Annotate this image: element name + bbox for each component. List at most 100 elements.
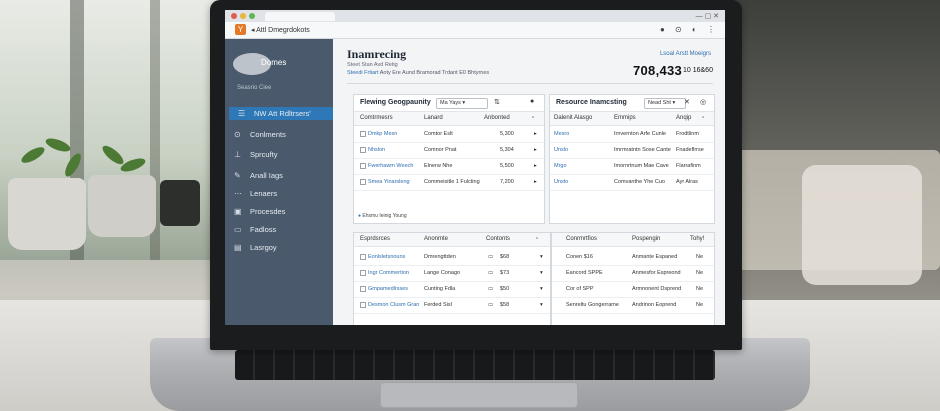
row-name[interactable]: Eonlsletsnouns — [368, 254, 405, 260]
browser-action-icons[interactable]: ● ⊙ ◐ ⋮ — [660, 25, 719, 34]
row-cell: Armnonent Dsprend — [632, 286, 682, 292]
row-name[interactable]: Desmon Clusm Gran — [368, 302, 419, 308]
row-cell: Lange Conago — [424, 270, 461, 276]
card-icon: ▭ — [488, 302, 494, 308]
plant-pot — [8, 178, 86, 250]
row-expand-icon[interactable]: ▸ — [534, 131, 537, 137]
row-name[interactable]: Mrgo — [554, 163, 567, 169]
row-name[interactable]: Gmpamedlrsses — [368, 286, 408, 292]
row-expand-icon[interactable]: ▸ — [534, 147, 537, 153]
row-name[interactable]: Senreltu Gongerrame — [566, 302, 619, 308]
column-header[interactable]: Pospengin — [632, 236, 660, 242]
row-name[interactable]: Eancord SPPE — [566, 270, 603, 276]
column-header[interactable]: Dalenit Alasgo — [554, 115, 592, 121]
table-row[interactable]: Unsto Comvanthe Yhe Cuo Ayr Alras — [550, 174, 714, 191]
users-icon: ☰ — [238, 109, 246, 118]
column-menu-icon[interactable]: ▫ — [702, 115, 704, 121]
sidebar-item-label: NW Att Rdltrsers' — [254, 109, 311, 118]
address-bar[interactable]: Y ◂ Attl Dmegrdokots ● ⊙ ◐ ⋮ — [225, 22, 725, 39]
row-dropdown-icon[interactable]: ▾ — [540, 254, 543, 260]
row-dropdown-icon[interactable]: ▾ — [540, 286, 543, 292]
expenses-panel: Esprdsrces Anonmte Contonts ▫ Eonlsletsn… — [353, 232, 551, 325]
row-cell: Comvanthe Yhe Cuo — [614, 179, 665, 185]
row-checkbox[interactable] — [360, 131, 366, 137]
table-row[interactable]: Desmon Clusm Gran Ferded Sisl ▭ $58 ▾ — [354, 297, 550, 314]
filter-select[interactable]: Nead Sht ▾ — [644, 98, 686, 109]
table-row[interactable]: Unslo Imrmratntn Sose Cante Fnadeflrrse — [550, 142, 714, 159]
row-checkbox[interactable] — [360, 179, 366, 185]
maximize-dot-icon[interactable] — [249, 13, 255, 19]
row-checkbox[interactable] — [360, 147, 366, 153]
column-header[interactable]: Contonts — [486, 236, 510, 242]
row-name[interactable]: Mesro — [554, 131, 569, 137]
address-text[interactable]: ◂ Attl Dmegrdokots — [251, 26, 310, 34]
column-header[interactable]: Emmips — [614, 115, 636, 121]
refresh-icon[interactable]: ◎ — [700, 98, 706, 106]
table-row[interactable]: Dmkp Mesn Comtor Eslt 5,300 ▸ — [354, 126, 544, 143]
column-header[interactable]: Anqip — [676, 115, 691, 121]
minimize-dot-icon[interactable] — [240, 13, 246, 19]
column-header[interactable]: Anonmte — [424, 236, 448, 242]
column-header[interactable]: Lanard — [424, 115, 443, 121]
column-header[interactable]: Anbonted — [484, 115, 510, 121]
sidebar-item-comments[interactable]: ⊙ Conlments — [225, 128, 333, 141]
column-header[interactable]: Comtrmesrs — [360, 115, 393, 121]
table-row[interactable]: Eancord SPPE Anmesfor Espreond Ne — [552, 265, 714, 282]
column-menu-icon[interactable]: ▫ — [532, 115, 534, 121]
table-row[interactable]: Ingr Commertion Lange Conago ▭ $73 ▾ — [354, 265, 550, 282]
table-row[interactable]: Cor of SPP Armnonent Dsprend Ne — [552, 281, 714, 298]
row-name[interactable]: Nhslon — [368, 147, 385, 153]
sidebar-item-library[interactable]: ▤ Lasrgoy — [225, 241, 333, 254]
app-logo-icon[interactable]: Y — [235, 24, 246, 35]
window-controls-icon[interactable]: — ▢ ✕ — [696, 12, 719, 20]
row-checkbox[interactable] — [360, 163, 366, 169]
column-header[interactable]: Conrmrtfios — [566, 236, 597, 242]
table-row[interactable]: Eonlsletsnouns Dmrengttden ▭ $68 ▾ — [354, 249, 550, 266]
range-select[interactable]: Ma Yays ▾ — [436, 98, 488, 109]
table-row[interactable]: Smea Yinarsleng Commeisitle 1 Fulcting 7… — [354, 174, 544, 191]
table-row[interactable]: Senreltu Gongerrame Andrinon Eoprend Ne — [552, 297, 714, 314]
column-header[interactable]: Tohy! — [690, 236, 704, 242]
close-icon[interactable]: ✕ — [684, 98, 690, 106]
table-row[interactable]: Mesro Irnvernton Arfe Cunle Frodtlinm — [550, 126, 714, 143]
sidebar-item-processes[interactable]: ▣ Procesdes — [225, 205, 333, 218]
row-name[interactable]: Cor of SPP — [566, 286, 594, 292]
row-cell: Ferded Sisl — [424, 302, 452, 308]
table-row[interactable]: Mrgo Imornrtnum Mae Cave Flarrafinm — [550, 158, 714, 175]
row-checkbox[interactable] — [360, 270, 366, 276]
row-checkbox[interactable] — [360, 254, 366, 260]
row-name[interactable]: Unsto — [554, 179, 568, 185]
table-row[interactable]: Nhslon Comnor Pnat 5,304 ▸ — [354, 142, 544, 159]
column-menu-icon[interactable]: ▫ — [536, 236, 538, 242]
row-checkbox[interactable] — [360, 286, 366, 292]
row-cell: Anmante Espaned — [632, 254, 678, 260]
browser-tab[interactable] — [265, 12, 335, 21]
row-name[interactable]: Fwerhawm Weech — [368, 163, 413, 169]
row-expand-icon[interactable]: ▸ — [534, 163, 537, 169]
breadcrumb-link[interactable]: Steedi Frtiart — [347, 70, 378, 76]
header-links[interactable]: Lsoal Arstt Moeigrs — [660, 51, 711, 57]
row-cell: Dmrengttden — [424, 254, 456, 260]
row-dropdown-icon[interactable]: ▾ — [540, 270, 543, 276]
sort-icon[interactable]: ⇅ — [494, 98, 500, 106]
row-name[interactable]: Ingr Commertion — [368, 270, 409, 276]
settings-icon[interactable]: ● — [530, 98, 534, 105]
row-name[interactable]: Unslo — [554, 147, 568, 153]
table-row[interactable]: Conen $16 Anmante Espaned Ne — [552, 249, 714, 266]
table-row[interactable]: Fwerhawm Weech Elnerw Nhe 5,500 ▸ — [354, 158, 544, 175]
row-cell: Comtor Eslt — [424, 131, 453, 137]
sidebar-item-lenses[interactable]: ⋯ Lenaers — [225, 187, 333, 200]
row-checkbox[interactable] — [360, 302, 366, 308]
sidebar-item-logs[interactable]: ✎ Anall Iags — [225, 169, 333, 182]
table-row[interactable]: Gmpamedlrsses Cunting Fdla ▭ $50 ▾ — [354, 281, 550, 298]
sidebar-item-security[interactable]: ⊥ Sprcufty — [225, 148, 333, 161]
row-name[interactable]: Conen $16 — [566, 254, 593, 260]
close-dot-icon[interactable] — [231, 13, 237, 19]
row-name[interactable]: Smea Yinarsleng — [368, 179, 410, 185]
row-dropdown-icon[interactable]: ▾ — [540, 302, 543, 308]
sidebar-item-users[interactable]: ☰ NW Att Rdltrsers' — [229, 107, 333, 120]
row-expand-icon[interactable]: ▸ — [534, 179, 537, 185]
sidebar-item-folders[interactable]: ▭ Fadloss — [225, 223, 333, 236]
column-header[interactable]: Esprdsrces — [360, 236, 390, 242]
row-name[interactable]: Dmkp Mesn — [368, 131, 397, 137]
